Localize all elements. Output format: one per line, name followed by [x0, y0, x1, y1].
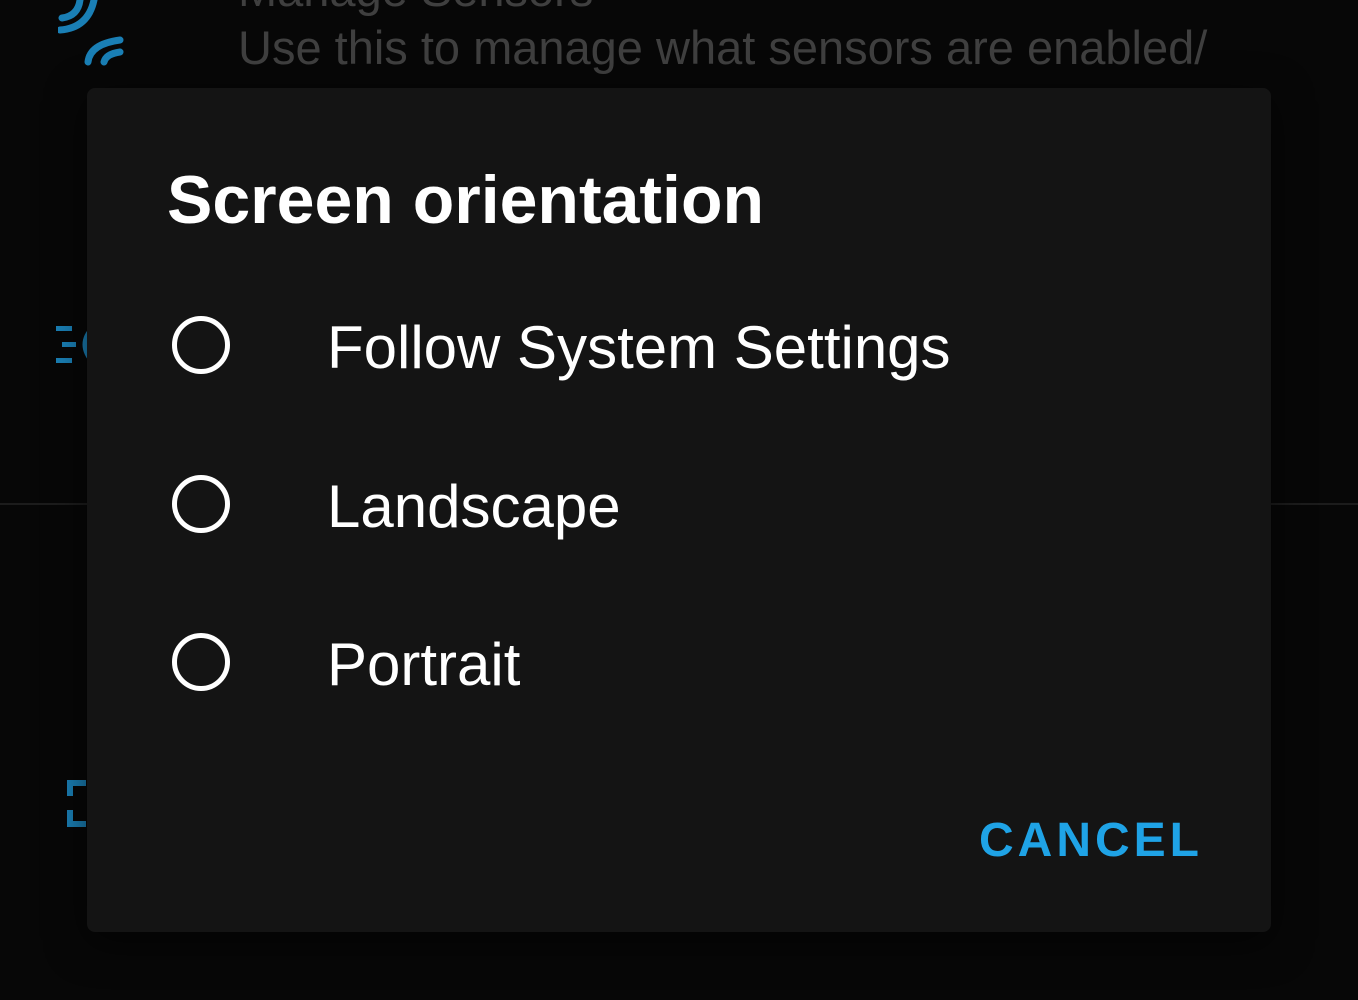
nfc-signal-icon — [58, 0, 128, 66]
radio-button[interactable] — [172, 316, 230, 374]
dialog-title: Screen orientation — [167, 162, 765, 238]
cancel-button[interactable]: CANCEL — [967, 806, 1215, 876]
option-label: Portrait — [327, 631, 521, 698]
option-follow-system-settings[interactable]: Follow System Settings — [167, 285, 1191, 415]
crop-frame-icon — [66, 780, 88, 828]
option-portrait[interactable]: Portrait — [167, 602, 1191, 732]
option-label: Follow System Settings — [327, 314, 951, 381]
radio-button[interactable] — [172, 633, 230, 691]
option-label: Landscape — [327, 473, 621, 540]
screen-orientation-dialog: Screen orientation Follow System Setting… — [87, 88, 1271, 932]
background-setting-description: Use this to manage what sensors are enab… — [238, 21, 1208, 74]
option-landscape[interactable]: Landscape — [167, 444, 1191, 574]
radio-button[interactable] — [172, 475, 230, 533]
background-setting-title: Manage Sensors — [238, 0, 593, 20]
screen: Manage Sensors Use this to manage what s… — [0, 0, 1358, 1000]
